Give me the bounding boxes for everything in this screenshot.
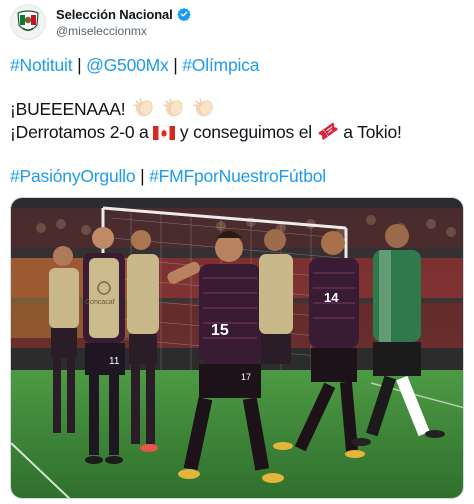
clapping-hands-icon [163,98,183,117]
tweet-line-hashtags-1: #Notituit | @G500Mx | #Olímpica [10,54,465,76]
ticket-icon [317,122,338,140]
tweet-line-cheer: ¡BUEEENAAA! [10,98,465,120]
tweet-line-result: ¡Derrotamos 2-0 a y conseguimos el a Tok… [10,121,465,143]
author-names: Selección Nacional @miseleccionmx [56,7,191,38]
tweet-line-hashtags-2: #PasiónyOrgullo | #FMFporNuestroFútbol [10,165,465,187]
separator: | [135,166,150,186]
jersey-number: 17 [241,372,251,382]
tweet-card: Selección Nacional @miseleccionmx #Notit… [0,0,474,504]
mention-g500mx[interactable]: @G500Mx [86,55,169,75]
tweet-header: Selección Nacional @miseleccionmx [10,4,191,40]
jersey-number: 15 [211,322,229,339]
display-row: Selección Nacional [56,7,191,22]
display-name[interactable]: Selección Nacional [56,7,173,22]
jersey-number: 11 [109,356,120,367]
verified-badge-icon [176,7,191,21]
hashtag-fmfpornuestrofutbol[interactable]: #FMFporNuestroFútbol [149,166,326,186]
jersey-number: 14 [324,290,339,305]
avatar[interactable] [10,4,46,40]
clapping-hands-icon [133,98,153,117]
sponsor-label: Concacaf [85,299,115,306]
result-text-part3: a Tokio! [338,122,402,142]
clapping-hands-icon [193,98,212,117]
hashtag-notituit[interactable]: #Notituit [10,55,73,75]
cheer-text: ¡BUEEENAAA! [10,99,126,119]
celebration-photo: 11 15 14 Concacaf 17 [11,198,463,498]
separator: | [72,55,87,75]
hashtag-olimpica[interactable]: #Olímpica [182,55,259,75]
hashtag-pasionyorgullo[interactable]: #PasiónyOrgullo [10,166,136,186]
tweet-photo[interactable]: 11 15 14 Concacaf 17 [10,197,464,499]
result-text-part2: y conseguimos el [175,122,317,142]
canada-flag-icon [153,125,176,141]
separator: | [168,55,183,75]
author-handle[interactable]: @miseleccionmx [56,24,191,38]
fmf-crest-icon [17,10,39,32]
result-text-part1: ¡Derrotamos 2-0 a [10,122,154,142]
